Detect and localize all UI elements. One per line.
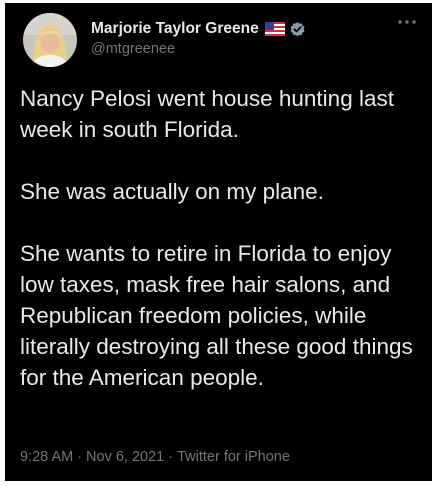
tweet-time[interactable]: 9:28 AM <box>20 449 73 465</box>
author-display-name[interactable]: Marjorie Taylor Greene <box>91 20 259 38</box>
meta-separator: · <box>168 449 174 465</box>
profile-photo-icon <box>23 13 77 67</box>
meta-separator: · <box>77 449 83 465</box>
author-name-row: Marjorie Taylor Greene <box>91 19 306 39</box>
tweet-source[interactable]: Twitter for iPhone <box>177 449 290 465</box>
author-info: Marjorie Taylor Greene @mtgreenee <box>91 19 306 57</box>
author-handle[interactable]: @mtgreenee <box>91 41 306 57</box>
tweet-paragraph: She was actually on my plane. <box>20 179 324 204</box>
tweet-text: Nancy Pelosi went house hunting last wee… <box>20 83 420 393</box>
us-flag-icon <box>264 22 285 36</box>
avatar[interactable] <box>23 13 77 67</box>
more-options-icon[interactable] <box>396 15 418 29</box>
tweet-paragraph: Nancy Pelosi went house hunting last wee… <box>20 86 394 142</box>
verified-badge-icon <box>289 21 306 38</box>
tweet-paragraph: She wants to retire in Florida to enjoy … <box>20 241 413 390</box>
tweet-card: Marjorie Taylor Greene @mtgreenee Nancy … <box>5 3 432 481</box>
tweet-metadata: 9:28 AM · Nov 6, 2021 · Twitter for iPhone <box>20 449 290 465</box>
tweet-date[interactable]: Nov 6, 2021 <box>86 449 164 465</box>
